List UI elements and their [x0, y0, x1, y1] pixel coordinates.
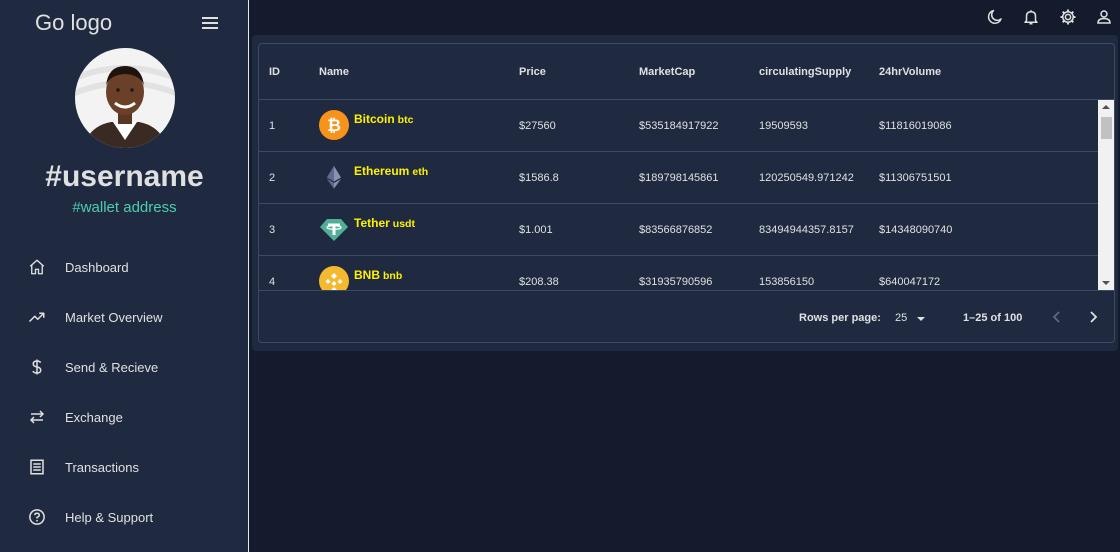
ethereum-icon [319, 162, 349, 192]
cell-volume: $640047172 [879, 276, 941, 288]
cell-marketcap: $31935790596 [639, 276, 713, 288]
cell-marketcap: $535184917922 [639, 120, 719, 132]
cell-id: 3 [269, 224, 276, 236]
nav-item-exchange[interactable]: Exchange [0, 397, 249, 437]
cell-volume: $11306751501 [879, 172, 952, 184]
cell-price: $1.001 [519, 224, 553, 236]
svg-text:₿: ₿ [327, 116, 341, 136]
coin-name[interactable]: Tether usdt [354, 216, 415, 230]
username: #username [45, 160, 204, 193]
cell-supply: 120250549.971242 [759, 172, 854, 184]
coin-name[interactable]: Ethereum eth [354, 164, 428, 178]
settings-icon[interactable] [1059, 8, 1077, 26]
nav-item-help-support[interactable]: Help & Support [0, 497, 249, 537]
nav-label: Market Overview [65, 309, 163, 325]
table-row[interactable]: 1 ₿ Bitcoin btc $27560 $535184917922 1950… [259, 100, 1098, 152]
coin-name[interactable]: Bitcoin btc [354, 112, 413, 126]
logo-text: Go logo [35, 10, 113, 35]
nav-item-send-recieve[interactable]: Send & Recieve [0, 347, 249, 387]
nav-label: Dashboard [65, 259, 129, 275]
coin-name[interactable]: BNB bnb [354, 268, 402, 282]
coin-symbol: bnb [383, 270, 403, 282]
rows-per-page-label: Rows per page: [799, 312, 881, 324]
menu-icon[interactable] [200, 14, 220, 32]
home-icon [28, 258, 46, 276]
cell-marketcap: $189798145861 [639, 172, 719, 184]
cell-id: 4 [269, 276, 276, 288]
cell-supply: 19509593 [759, 120, 808, 132]
scroll-up-icon[interactable] [1098, 100, 1114, 114]
coin-symbol: btc [397, 114, 414, 126]
scrollbar-thumb[interactable] [1101, 117, 1112, 139]
cell-id: 2 [269, 172, 276, 184]
rows-per-page-value: 25 [895, 312, 908, 324]
avatar [75, 48, 175, 148]
table-row[interactable]: 4 BNB bnb $208.38 $31935790596 153856150 … [259, 256, 1098, 290]
chevron-down-icon [917, 317, 925, 321]
column-header-marketcap[interactable]: MarketCap [639, 66, 695, 78]
nav-item-market-overview[interactable]: Market Overview [0, 297, 249, 337]
cell-price: $1586.8 [519, 172, 559, 184]
nav-label: Help & Support [65, 509, 154, 525]
dollar-icon [28, 358, 46, 376]
pagination-range: 1–25 of 100 [963, 312, 1023, 324]
table-row[interactable]: 3 Tether usdt $1.001 $83566876852 8349494… [259, 204, 1098, 256]
nav-label: Exchange [65, 409, 123, 425]
column-header-volume[interactable]: 24hrVolume [879, 66, 941, 78]
table-header: ID Name Price MarketCap circulatingSuppl… [259, 44, 1114, 100]
wallet-address: #wallet address [72, 199, 177, 216]
user-icon[interactable] [1095, 8, 1113, 26]
table-pagination: Rows per page: 25 1–25 of 100 [259, 290, 1114, 342]
cell-id: 1 [269, 120, 276, 132]
dark-mode-icon[interactable] [986, 8, 1004, 26]
bnb-icon [319, 266, 349, 290]
receipt-icon [28, 458, 46, 476]
coins-table: ID Name Price MarketCap circulatingSuppl… [258, 43, 1115, 343]
nav-label: Send & Recieve [65, 359, 159, 375]
tether-icon [319, 214, 349, 244]
cell-price: $27560 [519, 120, 556, 132]
column-header-id[interactable]: ID [269, 66, 280, 78]
cell-volume: $11816019086 [879, 120, 952, 132]
bitcoin-icon: ₿ [319, 110, 349, 140]
help-icon [28, 508, 46, 526]
swap-icon [28, 408, 46, 426]
cell-marketcap: $83566876852 [639, 224, 713, 236]
previous-page-button[interactable] [1045, 305, 1069, 329]
sidebar: Go logo #username #wallet address Dashbo… [0, 0, 249, 552]
scroll-down-icon[interactable] [1098, 276, 1114, 290]
cell-price: $208.38 [519, 276, 559, 288]
coin-symbol: eth [412, 166, 429, 178]
nav-label: Transactions [65, 459, 139, 475]
next-page-button[interactable] [1081, 305, 1105, 329]
column-header-supply[interactable]: circulatingSupply [759, 66, 851, 78]
nav-item-transactions[interactable]: Transactions [0, 447, 249, 487]
rows-per-page-select[interactable]: 25 [895, 308, 931, 328]
nav-item-dashboard[interactable]: Dashboard [0, 247, 249, 287]
coin-symbol: usdt [392, 218, 415, 230]
table-scrollbar[interactable] [1098, 100, 1114, 290]
cell-supply: 153856150 [759, 276, 815, 288]
notifications-icon[interactable] [1022, 8, 1040, 26]
table-body: 1 ₿ Bitcoin btc $27560 $535184917922 1950… [259, 100, 1098, 290]
column-header-name[interactable]: Name [319, 66, 349, 78]
table-row[interactable]: 2 Ethereum eth $1586.8 $189798145861 1202… [259, 152, 1098, 204]
trending-up-icon [28, 308, 46, 326]
column-header-price[interactable]: Price [519, 66, 546, 78]
cell-volume: $14348090740 [879, 224, 953, 236]
cell-supply: 83494944357.8157 [759, 224, 854, 236]
